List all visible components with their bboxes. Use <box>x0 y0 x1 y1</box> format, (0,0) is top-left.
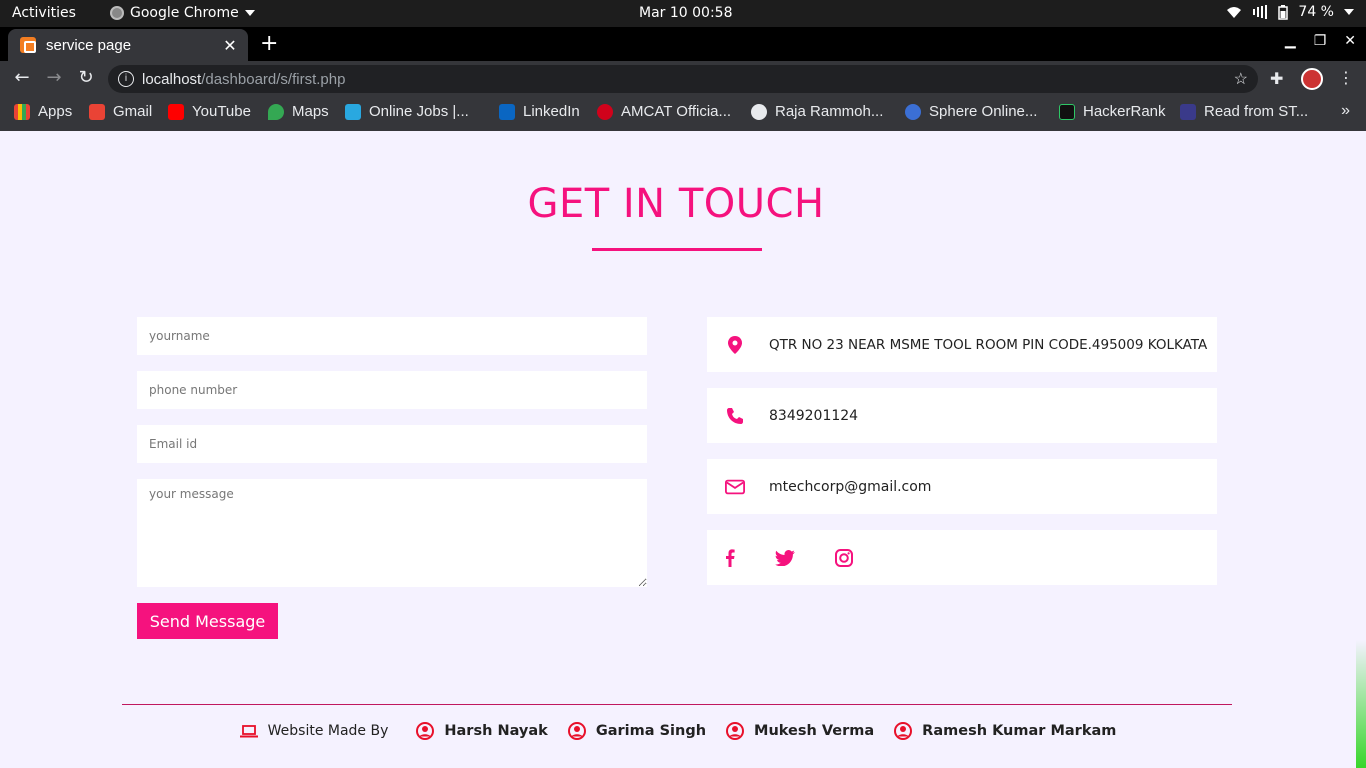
name-input[interactable] <box>137 317 647 355</box>
wifi-icon <box>1227 7 1242 18</box>
scroll-indicator <box>1356 640 1366 768</box>
address-card: QTR NO 23 NEAR MSME TOOL ROOM PIN CODE.4… <box>707 317 1217 372</box>
hackerrank-icon <box>1059 103 1075 120</box>
restore-icon[interactable]: ❐ <box>1314 33 1327 49</box>
author-name: Harsh Nayak <box>444 723 548 739</box>
made-by: Website Made By <box>239 723 389 739</box>
site-info-icon[interactable]: i <box>118 71 134 87</box>
app-name: Google Chrome <box>130 5 239 21</box>
user-circle-icon <box>726 722 745 740</box>
tab-service-page[interactable]: service page ✕ <box>8 29 248 61</box>
laptop-icon <box>239 724 258 738</box>
new-tab-icon[interactable]: + <box>260 31 278 56</box>
author-name: Garima Singh <box>595 723 707 739</box>
author-name: Mukesh Verma <box>754 723 875 739</box>
bookmark-item[interactable]: LinkedIn <box>499 103 580 120</box>
window-controls: ▁ ❐ ✕ <box>1285 33 1356 49</box>
url-host: localhost <box>142 70 202 88</box>
bookmark-item[interactable]: Maps <box>268 103 329 120</box>
bookmark-star-icon[interactable]: ☆ <box>1234 69 1248 89</box>
url-path: /dashboard/s/first.php <box>201 70 346 88</box>
author-item: Mukesh Verma <box>726 722 874 740</box>
bookmark-item[interactable]: Online Jobs |... <box>345 103 469 120</box>
bookmark-item[interactable]: Apps <box>14 103 72 120</box>
read-icon <box>1180 103 1196 120</box>
battery-percent: 74 % <box>1298 4 1334 20</box>
volume-icon <box>1253 5 1268 19</box>
bookmark-item[interactable]: Read from ST... <box>1180 103 1308 120</box>
bookmark-item[interactable]: Sphere Online... <box>905 103 1037 120</box>
bookmark-item[interactable]: Raja Rammoh... <box>751 103 883 120</box>
phone-icon <box>725 407 745 425</box>
bookmark-item[interactable]: AMCAT Officia... <box>597 103 731 120</box>
map-marker-icon <box>725 335 745 354</box>
extensions-icon[interactable]: ✚ <box>1270 69 1283 88</box>
youtube-icon <box>168 103 184 120</box>
social-card <box>707 530 1217 585</box>
bookmark-item[interactable]: Gmail <box>89 103 152 120</box>
reload-icon[interactable]: ↻ <box>74 67 98 88</box>
sphere-icon <box>905 103 921 120</box>
author-name: Ramesh Kumar Markam <box>922 723 1117 739</box>
xampp-favicon-icon <box>20 37 36 53</box>
twitter-icon[interactable] <box>775 549 795 566</box>
tab-title: service page <box>46 36 132 54</box>
address-bar[interactable]: i localhost/dashboard/s/first.php ☆ <box>108 65 1258 93</box>
user-circle-icon <box>894 722 913 740</box>
battery-icon <box>1278 4 1289 20</box>
email-card: mtechcorp@gmail.com <box>707 459 1217 514</box>
chevron-down-icon <box>1344 9 1354 15</box>
system-top-bar: Activities Google Chrome Mar 10 00:58 74… <box>0 0 1366 27</box>
footer: Website Made By Harsh Nayak Garima Singh… <box>0 719 1366 743</box>
apps-grid-icon <box>14 103 30 120</box>
facebook-icon[interactable] <box>725 548 735 567</box>
chevron-down-icon <box>244 10 255 16</box>
globe-icon <box>751 103 767 120</box>
email-input[interactable] <box>137 425 647 463</box>
linkedin-icon <box>499 103 515 120</box>
author-item: Garima Singh <box>567 722 707 740</box>
maps-icon <box>268 103 284 120</box>
phone-text: 8349201124 <box>769 407 859 424</box>
profile-avatar[interactable] <box>1301 68 1323 90</box>
bookmarks-bar: Apps Gmail YouTube Maps Online Jobs |...… <box>0 97 1366 131</box>
instagram-icon[interactable] <box>835 548 853 567</box>
minimize-icon[interactable]: ▁ <box>1285 33 1296 49</box>
close-tab-icon[interactable]: ✕ <box>218 36 242 55</box>
page-title: GET IN TOUCH <box>527 181 825 227</box>
author-item: Ramesh Kumar Markam <box>894 722 1116 740</box>
footer-divider <box>122 704 1232 705</box>
back-icon[interactable]: ← <box>10 67 34 88</box>
browser-toolbar: ← → ↻ i localhost/dashboard/s/first.php … <box>0 61 1366 97</box>
message-textarea[interactable] <box>137 479 647 587</box>
gmail-icon <box>89 103 105 120</box>
online-jobs-icon <box>345 103 361 120</box>
chrome-icon <box>110 6 124 20</box>
more-bookmarks-icon[interactable]: » <box>1341 102 1350 120</box>
send-message-button[interactable]: Send Message <box>137 603 278 639</box>
user-circle-icon <box>416 722 435 740</box>
tab-strip: service page ✕ + ▁ ❐ ✕ <box>0 27 1366 61</box>
author-item: Harsh Nayak <box>416 722 548 740</box>
page-content: GET IN TOUCH Send Message QTR NO 23 NEAR… <box>0 131 1366 768</box>
system-tray[interactable]: 74 % <box>1226 4 1354 20</box>
made-by-label: Website Made By <box>267 723 389 739</box>
phone-input[interactable] <box>137 371 647 409</box>
social-links <box>725 548 853 567</box>
bookmark-item[interactable]: YouTube <box>168 103 251 120</box>
title-underline <box>592 248 762 251</box>
user-circle-icon <box>567 722 586 740</box>
email-text: mtechcorp@gmail.com <box>769 478 932 495</box>
bookmark-item[interactable]: HackerRank <box>1059 103 1166 120</box>
activities-button[interactable]: Activities <box>12 5 76 21</box>
address-text: QTR NO 23 NEAR MSME TOOL ROOM PIN CODE.4… <box>769 336 1208 353</box>
app-menu[interactable]: Google Chrome <box>110 5 255 21</box>
more-menu-icon[interactable]: ⋮ <box>1338 68 1354 87</box>
forward-icon[interactable]: → <box>42 67 66 88</box>
envelope-icon <box>725 479 745 495</box>
amcat-icon <box>597 103 613 120</box>
close-window-icon[interactable]: ✕ <box>1344 33 1356 49</box>
clock[interactable]: Mar 10 00:58 <box>639 5 732 21</box>
phone-card: 8349201124 <box>707 388 1217 443</box>
